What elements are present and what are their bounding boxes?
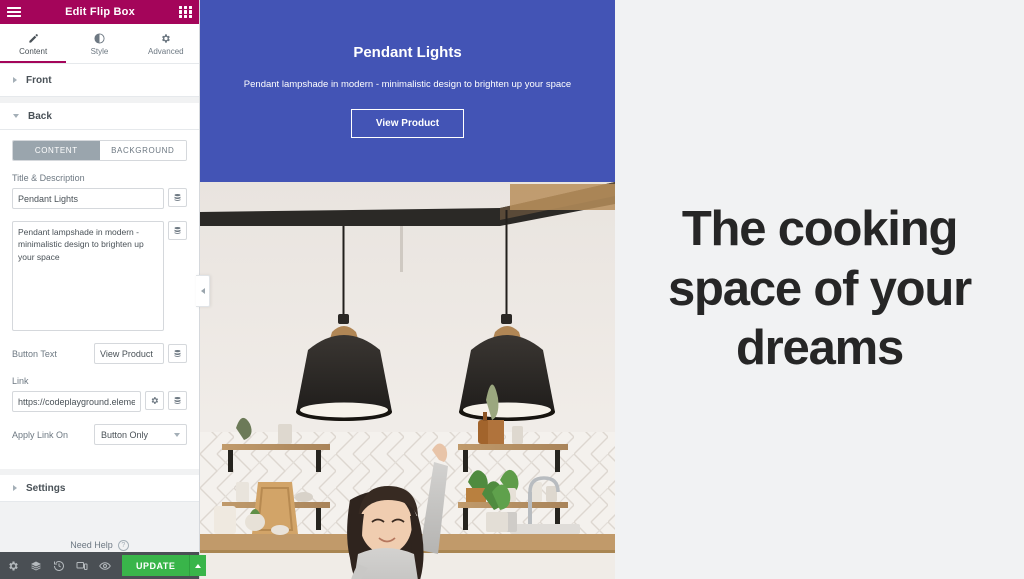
dynamic-tag-icon[interactable] xyxy=(168,344,187,363)
section-front[interactable]: Front xyxy=(0,64,199,97)
flip-box-description: Pendant lampshade in modern - minimalist… xyxy=(243,78,572,90)
button-text-label: Button Text xyxy=(12,348,57,359)
dynamic-tag-icon[interactable] xyxy=(168,391,187,410)
title-field-row xyxy=(12,188,187,209)
history-clock-icon[interactable] xyxy=(53,560,65,572)
chevron-down-icon xyxy=(13,114,19,118)
editor-canvas: Pendant Lights Pendant lampshade in mode… xyxy=(196,0,1024,579)
editor-panel: Edit Flip Box Content Style Advanced Fro… xyxy=(0,0,207,579)
kitchen-photo xyxy=(200,182,615,579)
back-section-content: CONTENT BACKGROUND Title & Description P… xyxy=(0,130,199,469)
page-heading: The cooking space of your dreams xyxy=(668,201,972,376)
description-textarea[interactable]: Pendant lampshade in modern - minimalist… xyxy=(12,221,164,331)
navigator-layers-icon[interactable] xyxy=(30,560,42,572)
panel-title: Edit Flip Box xyxy=(65,6,135,18)
content-background-toggle: CONTENT BACKGROUND xyxy=(12,140,187,161)
update-options-caret-icon[interactable] xyxy=(189,555,207,576)
canvas-left-column: Pendant Lights Pendant lampshade in mode… xyxy=(200,0,615,579)
button-text-row: Button Text xyxy=(12,343,187,364)
apply-link-on-value: Button Only xyxy=(101,429,149,440)
panel-footer: UPDATE xyxy=(0,552,207,579)
pencil-icon xyxy=(28,33,39,44)
gear-icon xyxy=(160,33,171,44)
question-mark-icon: ? xyxy=(117,539,129,551)
gear-icon[interactable] xyxy=(145,391,164,410)
tab-style[interactable]: Style xyxy=(66,24,132,63)
chevron-down-icon xyxy=(174,432,180,437)
description-field-row: Pendant lampshade in modern - minimalist… xyxy=(12,221,187,331)
chevron-left-icon xyxy=(200,288,205,294)
panel-tabs: Content Style Advanced xyxy=(0,24,199,64)
link-label: Link xyxy=(12,376,29,386)
update-button[interactable]: UPDATE xyxy=(122,555,190,576)
tab-advanced-label: Advanced xyxy=(148,47,184,56)
section-front-label: Front xyxy=(26,74,52,86)
segment-content[interactable]: CONTENT xyxy=(13,141,100,160)
section-back[interactable]: Back xyxy=(0,97,199,130)
flip-box-title: Pendant Lights xyxy=(353,43,462,61)
panel-filler: Need Help ? xyxy=(0,502,199,552)
hamburger-menu-icon[interactable] xyxy=(7,7,21,17)
dynamic-tag-icon[interactable] xyxy=(168,221,187,240)
section-back-label: Back xyxy=(28,110,52,122)
settings-gear-icon[interactable] xyxy=(7,560,19,572)
panel-collapse-handle[interactable] xyxy=(196,275,210,307)
need-help-link[interactable]: Need Help ? xyxy=(70,538,129,552)
section-settings[interactable]: Settings xyxy=(0,469,199,502)
section-settings-label: Settings xyxy=(26,482,66,494)
responsive-mode-icon[interactable] xyxy=(76,560,88,572)
tab-style-label: Style xyxy=(90,47,109,56)
elementor-editor: Edit Flip Box Content Style Advanced Fro… xyxy=(0,0,1024,579)
title-input[interactable] xyxy=(12,188,164,209)
need-help-label: Need Help xyxy=(70,540,113,550)
panel-body: Front Back CONTENT BACKGROUND Title & De… xyxy=(0,64,199,552)
canvas-right-column: The cooking space of your dreams xyxy=(615,0,1024,579)
segment-background[interactable]: BACKGROUND xyxy=(99,141,186,160)
apply-link-on-label: Apply Link On xyxy=(12,429,69,440)
tab-content-label: Content xyxy=(19,47,48,56)
flip-box-back-panel[interactable]: Pendant Lights Pendant lampshade in mode… xyxy=(200,0,615,182)
update-button-group: UPDATE xyxy=(122,555,207,576)
apply-link-on-select[interactable]: Button Only xyxy=(94,424,187,445)
apply-link-on-row: Apply Link On Button Only xyxy=(12,424,187,445)
panel-header: Edit Flip Box xyxy=(0,0,199,24)
dynamic-tag-icon[interactable] xyxy=(168,188,187,207)
tab-content[interactable]: Content xyxy=(0,24,67,63)
caret-up-icon xyxy=(195,563,202,568)
title-description-label: Title & Description xyxy=(12,173,85,183)
tab-advanced[interactable]: Advanced xyxy=(133,24,199,63)
contrast-icon xyxy=(94,33,105,44)
preview-eye-icon[interactable] xyxy=(99,560,111,572)
grid-apps-icon[interactable] xyxy=(179,5,192,19)
button-text-input[interactable] xyxy=(94,343,164,364)
link-input[interactable] xyxy=(12,391,141,412)
chevron-right-icon xyxy=(13,485,17,491)
view-product-button[interactable]: View Product xyxy=(350,109,465,139)
link-field-row xyxy=(12,391,187,412)
chevron-right-icon xyxy=(13,77,17,83)
